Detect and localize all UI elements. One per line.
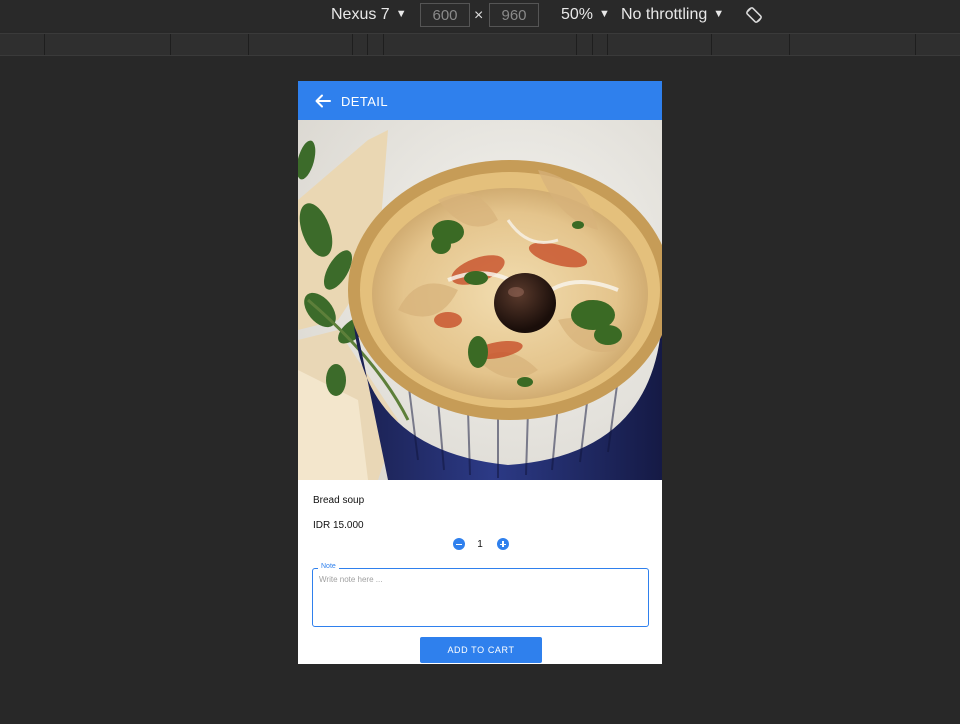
page-title: DETAIL — [341, 94, 388, 109]
ruler-segment[interactable] — [170, 34, 171, 55]
chevron-down-icon: ▼ — [599, 8, 610, 20]
ruler-segment[interactable] — [789, 34, 790, 55]
minus-icon — [456, 543, 462, 545]
chevron-down-icon: ▼ — [395, 8, 407, 20]
zoom-select[interactable]: 50% ▼ — [561, 6, 610, 24]
product-name: Bread soup — [313, 495, 365, 506]
decrease-quantity-button[interactable] — [453, 538, 465, 550]
throttling-select-label: No throttling — [621, 6, 708, 23]
ruler-segment[interactable] — [367, 34, 368, 55]
dimension-separator: × — [474, 7, 484, 24]
ruler-segment[interactable] — [592, 34, 593, 55]
product-price: IDR 15.000 — [313, 520, 364, 531]
ruler-segment[interactable] — [711, 34, 712, 55]
note-field[interactable]: Note — [312, 563, 649, 627]
ruler-segment[interactable] — [576, 34, 577, 55]
viewport-height-input[interactable]: 960 — [489, 3, 539, 27]
zoom-select-label: 50% — [561, 6, 594, 23]
quantity-value: 1 — [477, 539, 483, 550]
rotate-icon[interactable] — [744, 5, 764, 25]
product-image — [298, 120, 662, 480]
ruler-segment[interactable] — [44, 34, 45, 55]
ruler-segment[interactable] — [248, 34, 249, 55]
chevron-down-icon: ▼ — [713, 8, 725, 20]
ruler-segment[interactable] — [915, 34, 916, 55]
device-viewport: DETAIL Bread soup IDR 15.000 1 Note Writ… — [298, 81, 662, 664]
throttling-select[interactable]: No throttling ▼ — [621, 6, 724, 24]
ruler-segment[interactable] — [352, 34, 353, 55]
devtools-device-toolbar: Nexus 7 ▼ 600 × 960 50% ▼ No throttling ▼ — [0, 0, 960, 31]
arrow-left-icon[interactable] — [314, 92, 332, 110]
ruler-segment[interactable] — [607, 34, 608, 55]
note-label: Note — [318, 563, 339, 570]
device-select[interactable]: Nexus 7 ▼ — [331, 6, 407, 24]
increase-quantity-button[interactable] — [497, 538, 509, 550]
note-input[interactable] — [319, 575, 641, 619]
media-query-ruler — [0, 33, 960, 56]
app-bar: DETAIL — [298, 81, 662, 120]
add-to-cart-button[interactable]: ADD TO CART — [420, 637, 542, 663]
device-select-label: Nexus 7 — [331, 6, 390, 23]
ruler-segment[interactable] — [383, 34, 384, 55]
viewport-width-input[interactable]: 600 — [420, 3, 470, 27]
